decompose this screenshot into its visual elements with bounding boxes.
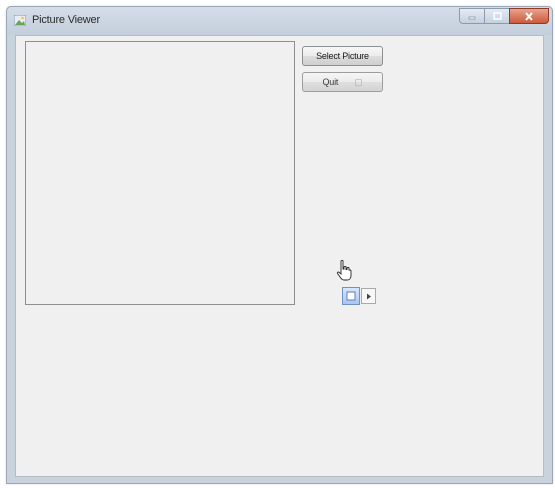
- quit-button[interactable]: Quit ▢: [302, 72, 383, 92]
- picture-box[interactable]: [25, 41, 295, 305]
- title-bar[interactable]: Picture Viewer: [7, 7, 552, 35]
- minimize-button[interactable]: [459, 8, 485, 24]
- caption-buttons: [459, 8, 549, 26]
- app-window: Picture Viewer Select Picture Quit ▢: [6, 6, 553, 484]
- form-client-area: Select Picture Quit ▢: [15, 35, 544, 477]
- chevron-right-icon: [366, 293, 371, 299]
- maximize-button[interactable]: [484, 8, 510, 24]
- select-picture-button[interactable]: Select Picture: [302, 46, 383, 66]
- smart-tag-icon: [346, 291, 356, 301]
- close-icon: [525, 11, 533, 21]
- minimize-icon: [468, 16, 476, 20]
- smart-tag-button[interactable]: [342, 287, 360, 305]
- close-button[interactable]: [509, 8, 549, 24]
- quit-button-label: Quit: [322, 77, 339, 87]
- smart-tag-arrow-button[interactable]: [361, 288, 376, 304]
- app-icon: [14, 15, 26, 26]
- maximize-icon: [492, 12, 502, 20]
- disabled-mark: ▢: [354, 76, 363, 87]
- hand-pointer-icon: [336, 260, 352, 281]
- window-title: Picture Viewer: [32, 14, 100, 26]
